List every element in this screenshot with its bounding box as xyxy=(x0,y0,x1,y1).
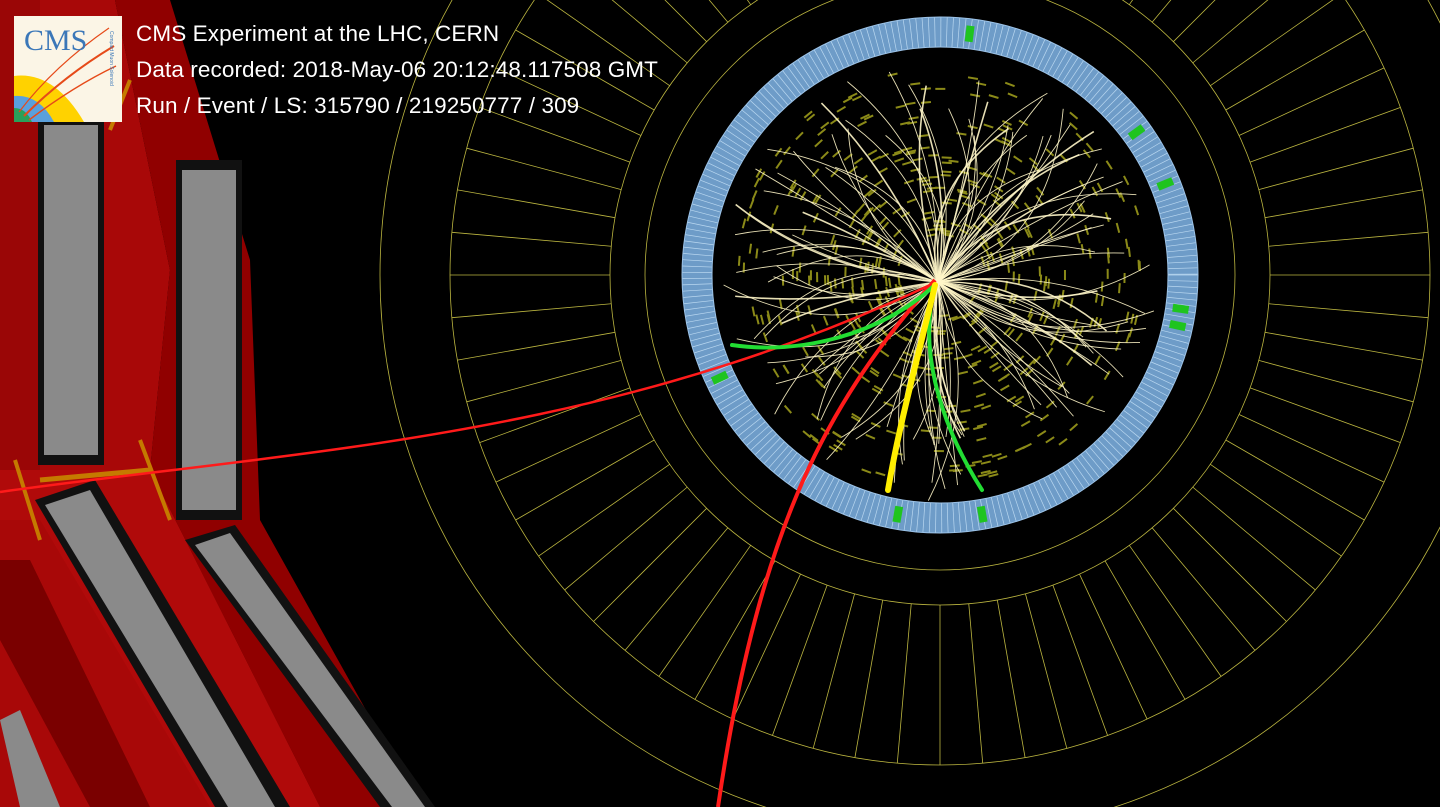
hcal-divider xyxy=(1264,331,1423,361)
hcal-divider xyxy=(1249,107,1401,163)
tracker-hit xyxy=(943,347,954,351)
hcal-divider xyxy=(479,387,631,443)
hcal-divider xyxy=(732,573,801,720)
hcal-divider xyxy=(1052,584,1108,736)
tracker-hit xyxy=(841,278,845,289)
hcal-divider xyxy=(457,331,616,361)
hcal-divider xyxy=(1225,29,1365,111)
hcal-divider xyxy=(1264,189,1423,219)
hcal-divider xyxy=(451,231,612,247)
hcal-divider xyxy=(1225,439,1365,521)
tracker-hit xyxy=(861,279,865,291)
hcal-divider xyxy=(1192,486,1316,591)
tracker-hit xyxy=(920,101,932,104)
hcal-divider xyxy=(1258,360,1414,403)
tracker-hit xyxy=(1043,281,1047,292)
tracker-hit xyxy=(1044,276,1048,287)
hcal-divider xyxy=(746,0,752,5)
hcal-divider xyxy=(1268,231,1429,247)
hcal-divider xyxy=(1192,0,1269,64)
tracker-hit xyxy=(755,248,759,259)
tracker-hit xyxy=(949,464,960,468)
hcal-divider xyxy=(854,599,884,758)
tracker-hit xyxy=(737,255,741,266)
logo-subtext: Compact Muon Solenoid xyxy=(108,31,114,86)
recorded-date: Data recorded: 2018-May-06 20:12:48.1175… xyxy=(136,57,658,82)
tracker-hit xyxy=(941,170,952,174)
hcal-divider xyxy=(457,189,616,219)
hcal-divider xyxy=(1079,573,1148,720)
hcal-divider xyxy=(1238,67,1385,136)
hcal-divider xyxy=(1258,147,1414,190)
tracker-hit xyxy=(1118,283,1121,294)
tracker-hit xyxy=(948,159,959,163)
hcal-divider xyxy=(1249,387,1401,443)
hcal-divider xyxy=(515,439,655,521)
hcal-divider xyxy=(624,527,729,651)
logo-text: CMS xyxy=(24,24,87,57)
tracker-hit xyxy=(928,154,939,157)
hcal-divider xyxy=(495,414,642,483)
hcal-divider xyxy=(812,593,855,749)
tracker-hit xyxy=(910,82,921,86)
tracker-hit xyxy=(941,161,952,165)
hcal-divider xyxy=(1210,0,1334,87)
hcal-divider xyxy=(1173,0,1216,42)
hcal-divider xyxy=(593,508,707,622)
hcal-divider xyxy=(1151,527,1256,651)
tracker-hit xyxy=(952,469,963,473)
hcal-divider xyxy=(658,545,752,677)
hcal-divider xyxy=(538,463,670,557)
hcal-divider xyxy=(466,147,622,190)
hcal-divider xyxy=(1128,545,1222,677)
tracker-hit xyxy=(941,156,952,159)
tracker-hit xyxy=(1106,253,1110,264)
event-info: CMS Experiment at the LHC, CERN Data rec… xyxy=(136,16,658,124)
hcal-divider xyxy=(451,303,612,319)
tracker-hit xyxy=(874,278,878,290)
hcal-divider xyxy=(1104,560,1186,700)
experiment-title: CMS Experiment at the LHC, CERN xyxy=(136,21,500,46)
hcal-divider xyxy=(1210,463,1342,557)
hcal-divider xyxy=(564,486,688,591)
cms-logo-icon: CMS Compact Muon Solenoid xyxy=(14,16,122,122)
hcal-divider xyxy=(466,360,622,403)
hcal-divider xyxy=(1268,303,1429,319)
hcal-divider xyxy=(896,603,912,764)
tracker-hit xyxy=(928,175,939,179)
header: CMS Compact Muon Solenoid CMS Experiment… xyxy=(14,16,658,124)
tracker-hit xyxy=(940,174,951,177)
run-event-ls: Run / Event / LS: 315790 / 219250777 / 3… xyxy=(136,93,580,118)
hcal-divider xyxy=(772,584,828,736)
tracker-hit xyxy=(884,276,888,287)
hcal-divider xyxy=(1173,508,1287,622)
hcal-divider xyxy=(968,603,984,764)
hcal-divider xyxy=(1238,414,1385,483)
tracker-hit xyxy=(1127,246,1131,258)
tracker-hit xyxy=(748,243,753,254)
hcal-divider xyxy=(996,599,1026,758)
hcal-divider xyxy=(1128,0,1134,5)
hcal-divider xyxy=(1025,593,1068,749)
tracker-hit xyxy=(1047,278,1051,289)
hcal-divider xyxy=(694,560,776,700)
